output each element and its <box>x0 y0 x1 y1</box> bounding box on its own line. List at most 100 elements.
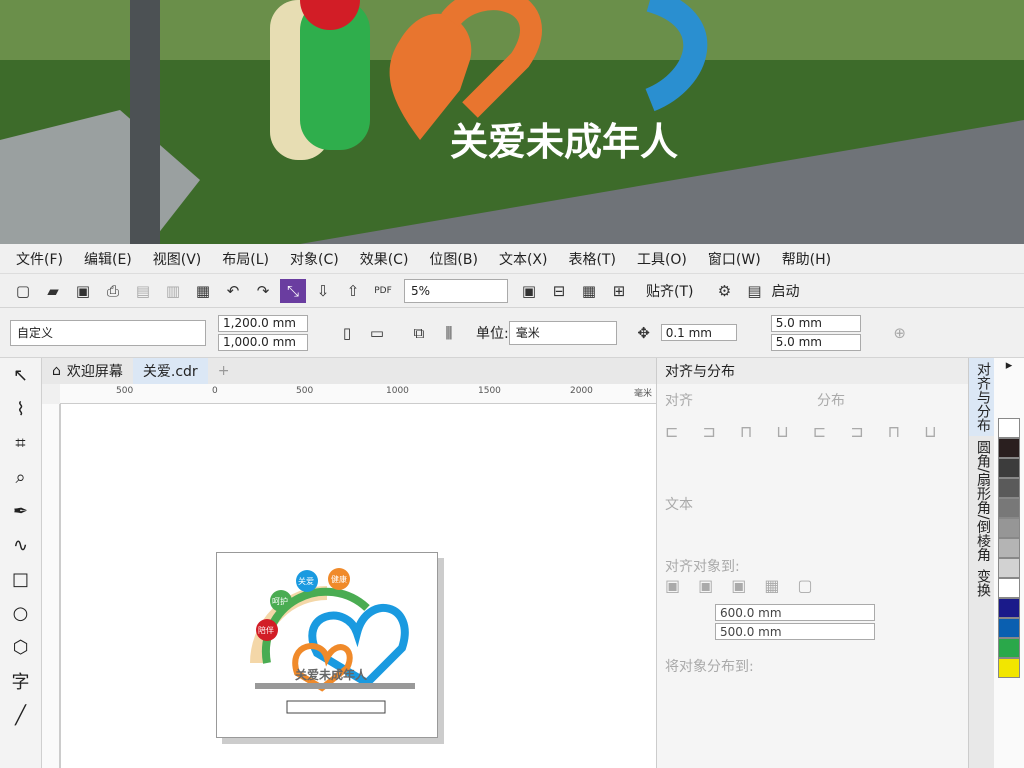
snap-dropdown[interactable]: 贴齐(T) <box>646 281 693 301</box>
color-swatch[interactable] <box>998 618 1020 638</box>
duplicate-y-field[interactable]: 5.0 mm <box>770 333 861 351</box>
home-icon: ⌂ <box>52 363 61 379</box>
menu-window[interactable]: 窗口(W) <box>708 249 761 269</box>
crop-tool-icon[interactable]: ⌗ <box>0 426 41 460</box>
pen-tool-icon[interactable]: ✒ <box>0 494 41 528</box>
all-pages-icon[interactable]: ⧉ <box>406 321 432 345</box>
vtab-fillet[interactable]: 圆角/扇形角/倒棱角 <box>969 436 997 565</box>
align-x-field[interactable]: 600.0 mm <box>715 604 875 621</box>
vertical-ruler <box>42 404 60 768</box>
menu-effects[interactable]: 效果(C) <box>360 249 409 269</box>
color-swatch[interactable] <box>998 558 1020 578</box>
pick-tool-icon[interactable]: ↖ <box>0 358 41 392</box>
ruler-label: 2000 <box>570 386 593 396</box>
import-icon[interactable]: ⇩ <box>310 279 336 303</box>
add-icon[interactable]: ⊕ <box>887 321 913 345</box>
rulers-icon[interactable]: ⊟ <box>546 279 572 303</box>
nudge-field[interactable]: 0.1 mm <box>660 324 737 341</box>
zoom-select[interactable]: 5% <box>404 278 508 303</box>
color-swatch[interactable] <box>998 478 1020 498</box>
vtab-align[interactable]: 对齐与分布 <box>969 358 997 436</box>
menu-edit[interactable]: 编辑(E) <box>84 249 132 269</box>
open-icon[interactable]: ▰ <box>40 279 66 303</box>
align-to-buttons[interactable]: ▣▣▣▦▢ <box>665 576 960 604</box>
launch-icon[interactable]: ▤ <box>741 279 767 303</box>
ruler-label: 500 <box>296 386 314 396</box>
palette-scroll-icon[interactable]: ▸ <box>994 358 1024 418</box>
photo-slogan: 关爱未成年人 <box>450 120 678 164</box>
unit-select[interactable]: 毫米 <box>508 320 617 345</box>
page-width-value: 1,200.0 mm <box>223 316 296 330</box>
drawing-canvas[interactable]: 关爱 健康 呵护 陪伴 关爱未成年人 <box>60 404 656 768</box>
guidelines-icon[interactable]: ⊞ <box>606 279 632 303</box>
shape-tool-icon[interactable]: ⌇ <box>0 392 41 426</box>
color-swatch[interactable] <box>998 458 1020 478</box>
curve-tool-icon[interactable]: ∿ <box>0 528 41 562</box>
pdf-icon[interactable]: PDF <box>370 279 396 303</box>
menu-text[interactable]: 文本(X) <box>499 249 548 269</box>
rectangle-tool-icon[interactable]: □ <box>0 562 41 596</box>
grid-icon[interactable]: ▦ <box>576 279 602 303</box>
standard-toolbar: ▢ ▰ ▣ ⎙ ▤ ▥ ▦ ↶ ↷ ⤡ ⇩ ⇧ PDF 5% ▣ ⊟ ▦ ⊞ 贴… <box>0 274 1024 308</box>
color-swatch[interactable] <box>998 638 1020 658</box>
vtab-transform[interactable]: 变换 <box>969 565 997 601</box>
new-tab-icon[interactable]: + <box>208 358 240 384</box>
current-page-icon[interactable]: ⫼ <box>436 321 462 345</box>
tab-welcome[interactable]: ⌂ 欢迎屏幕 <box>42 358 133 384</box>
tab-document[interactable]: 关爱.cdr <box>132 358 208 384</box>
color-swatch[interactable] <box>998 598 1020 618</box>
menu-tools[interactable]: 工具(O) <box>637 249 687 269</box>
redo-icon[interactable]: ↷ <box>250 279 276 303</box>
launch-dropdown[interactable]: 启动 <box>771 281 799 301</box>
docker-title: 对齐与分布 <box>657 358 968 384</box>
color-swatch[interactable] <box>998 498 1020 518</box>
menu-bar: 文件(F) 编辑(E) 视图(V) 布局(L) 对象(C) 效果(C) 位图(B… <box>0 244 1024 274</box>
page-height-field[interactable]: 1,000.0 mm <box>218 333 308 351</box>
color-swatch[interactable] <box>998 518 1020 538</box>
ellipse-tool-icon[interactable]: ○ <box>0 596 41 630</box>
align-buttons[interactable]: ⊏⊐⊓⊔⊏⊐⊓⊔ <box>665 410 960 480</box>
cut-icon[interactable]: ▤ <box>130 279 156 303</box>
ruler-label: 0 <box>212 386 218 396</box>
text-heading: 文本 <box>665 497 693 513</box>
color-swatch[interactable] <box>998 418 1020 438</box>
color-swatch[interactable] <box>998 438 1020 458</box>
menu-bitmaps[interactable]: 位图(B) <box>429 249 478 269</box>
menu-help[interactable]: 帮助(H) <box>782 249 831 269</box>
landscape-icon[interactable]: ▭ <box>364 321 390 345</box>
zoom-tool-icon[interactable]: ⌕ <box>0 460 41 494</box>
export-icon[interactable]: ⇧ <box>340 279 366 303</box>
menu-layout[interactable]: 布局(L) <box>222 249 269 269</box>
portrait-icon[interactable]: ▯ <box>334 321 360 345</box>
copy-icon[interactable]: ▥ <box>160 279 186 303</box>
badge-care: 关爱 <box>298 576 314 586</box>
nudge-icon[interactable]: ✥ <box>631 321 657 345</box>
menu-object[interactable]: 对象(C) <box>290 249 339 269</box>
fullscreen-icon[interactable]: ▣ <box>516 279 542 303</box>
page-preset-select[interactable]: 自定义 <box>10 319 206 346</box>
color-swatch[interactable] <box>998 658 1020 678</box>
menu-table[interactable]: 表格(T) <box>568 249 615 269</box>
connector-tool-icon[interactable]: ╱ <box>0 698 41 732</box>
undo-icon[interactable]: ↶ <box>220 279 246 303</box>
color-swatch[interactable] <box>998 538 1020 558</box>
page-width-field[interactable]: 1,200.0 mm <box>218 314 308 332</box>
menu-file[interactable]: 文件(F) <box>16 249 63 269</box>
distribute-to-heading: 将对象分布到: <box>665 659 754 675</box>
print-icon[interactable]: ⎙ <box>100 279 126 303</box>
paste-icon[interactable]: ▦ <box>190 279 216 303</box>
ruler-label: 1500 <box>478 386 501 396</box>
search-content-icon[interactable]: ⤡ <box>280 278 306 303</box>
save-icon[interactable]: ▣ <box>70 279 96 303</box>
gear-icon[interactable]: ⚙ <box>711 279 737 303</box>
nudge-value: 0.1 mm <box>665 325 712 340</box>
new-icon[interactable]: ▢ <box>10 279 36 303</box>
menu-view[interactable]: 视图(V) <box>153 249 202 269</box>
horizontal-ruler: 500 0 500 1000 1500 2000 毫米 <box>60 384 656 404</box>
color-swatch[interactable] <box>998 578 1020 598</box>
unit-label: 单位: <box>476 325 509 342</box>
duplicate-x-field[interactable]: 5.0 mm <box>770 314 861 332</box>
polygon-tool-icon[interactable]: ⬡ <box>0 630 41 664</box>
align-y-field[interactable]: 500.0 mm <box>715 623 875 640</box>
text-tool-icon[interactable]: 字 <box>0 664 41 698</box>
